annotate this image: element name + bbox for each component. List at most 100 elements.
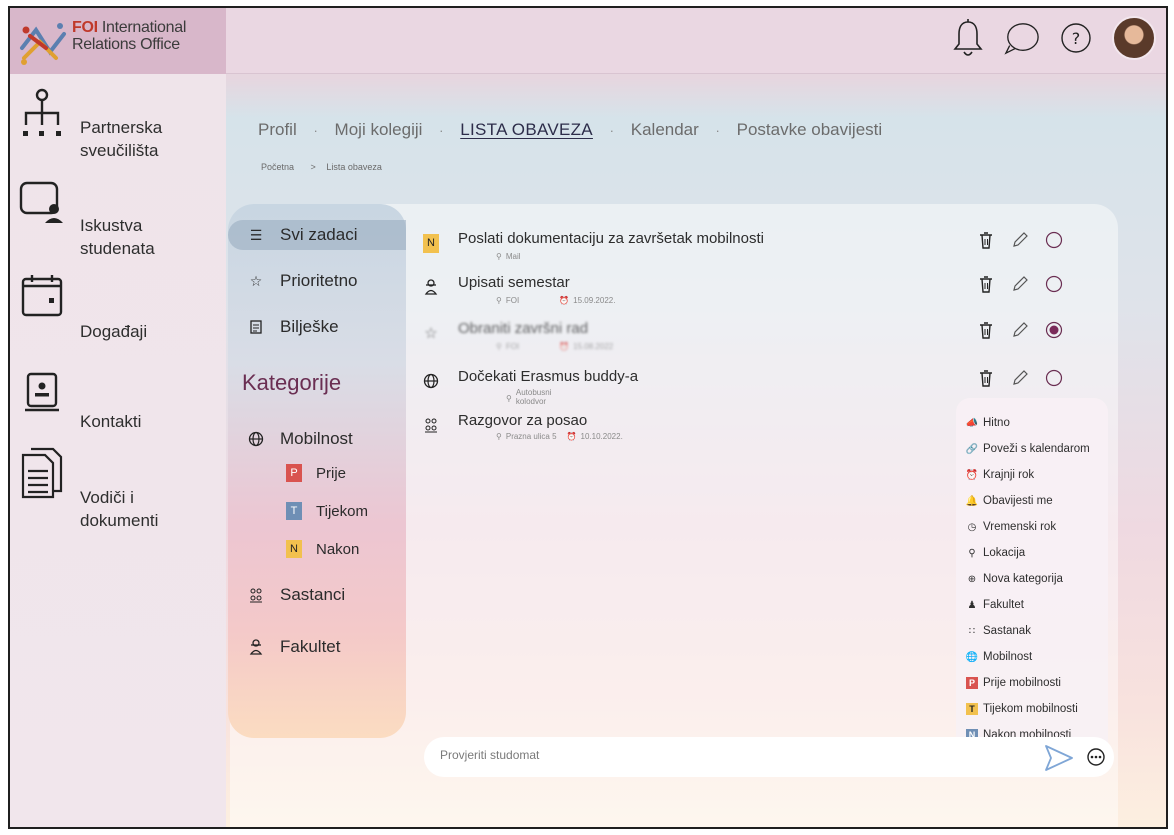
complete-checkbox[interactable]	[1044, 230, 1064, 250]
task-title: Poslati dokumentaciju za završetak mobil…	[458, 230, 764, 247]
edit-icon[interactable]	[1010, 274, 1030, 294]
tab-moji-kolegiji[interactable]: Moji kolegiji	[335, 120, 423, 140]
task-meta: ⚲ Autobusni kolodvor	[506, 388, 556, 406]
task-location: Prazna ulica 5	[505, 432, 557, 441]
breadcrumb-home[interactable]: Početna	[261, 162, 294, 172]
badge-n: N	[286, 540, 302, 558]
sidebar: Partnerska sveučilišta Iskustva studenat…	[10, 74, 226, 827]
star-icon: ☆	[249, 272, 263, 289]
subcategory-before[interactable]: P Prije	[228, 458, 406, 488]
send-icon[interactable]	[1044, 743, 1074, 773]
task-meta: ⚲ FOI ⏰ 15.09.2022.	[496, 296, 615, 305]
task-meta: ⚲ Prazna ulica 5 ⏰ 10.10.2022.	[496, 432, 623, 441]
filter-notes[interactable]: Bilješke	[228, 312, 406, 342]
list-icon: ☰	[249, 226, 263, 243]
category-meetings[interactable]: Sastanci	[228, 580, 406, 610]
tab-separator: ·	[313, 123, 318, 138]
clock-icon: ◷	[967, 521, 977, 533]
tab-kalendar[interactable]: Kalendar	[631, 120, 699, 140]
delete-icon[interactable]	[976, 274, 996, 294]
task-location: Mail	[505, 252, 521, 261]
alarm-icon: ⏰	[965, 469, 979, 481]
delete-icon[interactable]	[976, 230, 996, 250]
more-options-icon[interactable]	[1086, 747, 1106, 767]
app-window: FOI International Relations Office ? Par…	[8, 6, 1168, 829]
legend-item-during: T Tijekom mobilnosti	[966, 696, 1108, 722]
task-date: 15.08.2022	[573, 342, 614, 351]
svg-text:?: ?	[1072, 29, 1081, 48]
complete-checkbox[interactable]	[1044, 368, 1064, 388]
faculty-icon: ♟	[967, 599, 977, 611]
calendar-icon	[16, 270, 68, 322]
sidebar-item-label: Događaji	[80, 322, 148, 341]
filter-column: ☰ Svi zadaci ☆ Prioritetno Bilješke Mobi…	[228, 204, 406, 738]
legend-item-mobility: 🌐 Mobilnost	[965, 651, 1033, 663]
complete-checkbox-checked[interactable]	[1044, 320, 1064, 340]
category-faculty[interactable]: Fakultet	[228, 632, 406, 662]
meeting-icon: ∷	[968, 625, 976, 637]
new-task-input[interactable]	[440, 748, 1000, 762]
complete-checkbox[interactable]	[1044, 274, 1064, 294]
location-icon: ⚲	[496, 342, 502, 351]
task-meta: ⚲ Mail	[496, 252, 521, 261]
logo-area[interactable]: FOI International Relations Office	[10, 8, 226, 74]
subcategory-after[interactable]: N Nakon	[228, 534, 406, 564]
delete-icon[interactable]	[976, 320, 996, 340]
globe-icon	[420, 370, 442, 392]
task-date: 10.10.2022.	[580, 432, 623, 441]
sidebar-item-label: Partnerska sveučilišta	[80, 118, 163, 160]
alarm-icon: ⏰	[559, 342, 570, 351]
edit-icon[interactable]	[1010, 230, 1030, 250]
filter-all-tasks[interactable]: ☰ Svi zadaci	[228, 220, 406, 250]
breadcrumb: Početna > Lista obaveza	[261, 162, 382, 172]
task-title: Razgovor za posao	[458, 412, 588, 429]
task-location: Autobusni kolodvor	[515, 388, 552, 406]
filter-priority[interactable]: ☆ Prioritetno	[228, 266, 406, 296]
faculty-icon	[420, 276, 442, 298]
tab-postavke-obavijesti[interactable]: Postavke obavijesti	[737, 120, 883, 140]
task-meta: ⚲ FOI ⏰ 15.08.2022	[496, 342, 613, 351]
alarm-icon: ⏰	[559, 296, 570, 305]
task-actions	[976, 274, 1064, 294]
categories-title: Kategorije	[242, 370, 342, 395]
tab-profil[interactable]: Profil	[258, 120, 297, 140]
legend-item-meeting: ∷ Sastanak	[966, 618, 1108, 644]
globe-icon	[242, 431, 270, 447]
logo-icon	[20, 23, 66, 65]
category-mobility[interactable]: Mobilnost	[228, 424, 406, 454]
task-item[interactable]: N Poslati dokumentaciju za završetak mob…	[420, 230, 1100, 270]
subcategory-during[interactable]: T Tijekom	[228, 496, 406, 526]
brand-name: FOI International Relations Office	[72, 19, 187, 53]
badge-t: T	[966, 703, 978, 715]
location-icon: ⚲	[506, 394, 512, 403]
icon-legend: 📣 Hitno 🔗 Poveži s kalendarom ⏰ Krajnji rok…	[956, 398, 1108, 743]
student-icon	[16, 176, 68, 228]
new-task-bar	[424, 737, 1114, 777]
task-item-completed[interactable]: ☆ Obraniti završni rad ⚲ FOI ⏰ 15.08.202…	[420, 320, 1100, 360]
edit-icon[interactable]	[1010, 320, 1030, 340]
category-badge-n: N	[420, 232, 442, 254]
task-title: Obraniti završni rad	[458, 320, 589, 337]
task-actions	[976, 230, 1064, 250]
delete-icon[interactable]	[976, 368, 996, 388]
urgent-icon: 📣	[965, 417, 979, 429]
tab-separator: ·	[715, 123, 720, 138]
legend-item-notify: 🔔 Obavijesti me	[965, 495, 1053, 507]
help-icon[interactable]: ?	[1058, 16, 1094, 60]
task-actions	[976, 320, 1064, 340]
bell-icon[interactable]	[950, 16, 986, 60]
meeting-icon	[420, 414, 442, 436]
legend-item-time-limit: ◷ Vremenski rok	[967, 521, 1057, 533]
location-icon: ⚲	[496, 432, 502, 441]
notes-icon	[242, 320, 270, 334]
task-item[interactable]: Upisati semestar ⚲ FOI ⏰ 15.09.2022.	[420, 274, 1100, 314]
avatar[interactable]	[1112, 16, 1156, 60]
chat-icon[interactable]	[1004, 16, 1040, 60]
badge-p: P	[966, 677, 978, 689]
location-icon: ⚲	[968, 547, 976, 559]
edit-icon[interactable]	[1010, 368, 1030, 388]
tab-lista-obaveza[interactable]: LISTA OBAVEZA	[460, 120, 593, 140]
meeting-icon	[242, 587, 270, 603]
tab-bar: Profil · Moji kolegiji · LISTA OBAVEZA ·…	[258, 120, 882, 140]
network-icon	[16, 86, 68, 138]
